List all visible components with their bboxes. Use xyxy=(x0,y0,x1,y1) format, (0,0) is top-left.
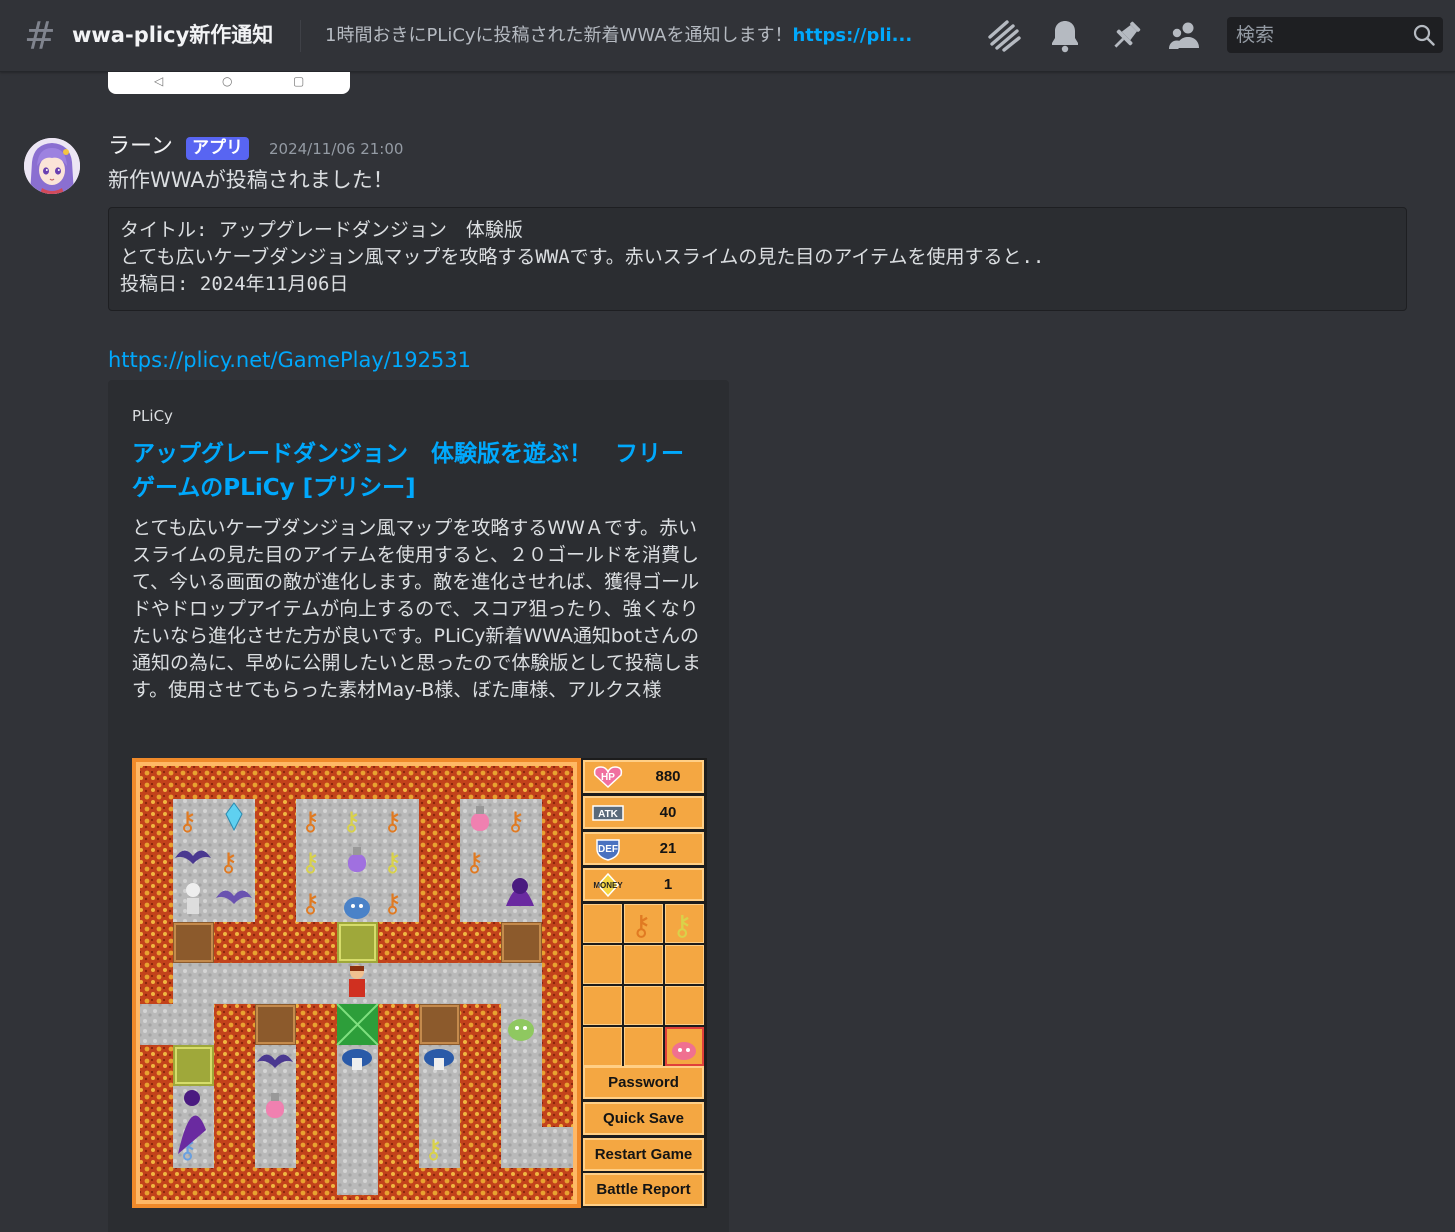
hash-icon: # xyxy=(24,14,56,58)
topic-text: 1時間おきにPLiCyに投稿された新着WWAを通知します！ xyxy=(325,25,793,46)
svg-text:⚷: ⚷ xyxy=(506,807,525,837)
channel-topic[interactable]: 1時間おきにPLiCyに投稿された新着WWAを通知します！https://pli… xyxy=(325,22,965,50)
orange-key-icon: ⚷ xyxy=(631,909,652,942)
item-slot xyxy=(624,945,663,984)
search-input[interactable]: 検索 xyxy=(1227,17,1443,53)
status-panel: HP 880 ATK 40 DEF 21 MONEY 1 ⚷ ⚷ Passwor… xyxy=(583,758,707,1208)
header-divider xyxy=(300,20,301,52)
password-button[interactable]: Password xyxy=(583,1066,704,1099)
embed-title[interactable]: アップグレードダンジョン 体験版を遊ぶ！ フリーゲームのPLiCy [プリシー] xyxy=(132,437,702,505)
threads-icon[interactable] xyxy=(986,18,1022,54)
item-slot xyxy=(624,1027,663,1066)
item-slot-selected xyxy=(665,1027,704,1066)
hp-label: HP xyxy=(601,772,615,783)
quick-save-button[interactable]: Quick Save xyxy=(583,1102,704,1135)
sword-icon: ATK xyxy=(592,805,624,821)
svg-text:⚷: ⚷ xyxy=(465,848,484,878)
nav-recent-icon: ▢ xyxy=(293,74,305,88)
restart-game-button[interactable]: Restart Game xyxy=(583,1138,704,1171)
item-slot xyxy=(665,986,704,1025)
svg-text:⚷: ⚷ xyxy=(631,909,652,942)
topic-link[interactable]: https://pli... xyxy=(792,25,912,46)
pin-icon[interactable] xyxy=(1108,18,1144,54)
message-author[interactable]: ラーン xyxy=(108,132,173,162)
code-block: タイトル: アップグレードダンジョン 体験版とても広いケーブダンジョン風マップを… xyxy=(108,207,1407,311)
members-icon[interactable] xyxy=(1167,18,1203,54)
channel-name: wwa-plicy新作通知 xyxy=(72,23,274,47)
red-slime-icon xyxy=(672,1042,696,1060)
previous-image-attachment[interactable]: ◁ ○ ▢ xyxy=(108,72,350,94)
shield-icon: DEF xyxy=(596,839,620,861)
coin-icon: MONEY xyxy=(593,873,623,897)
search-icon xyxy=(1413,24,1435,46)
message-timestamp: 2024/11/06 21:00 xyxy=(269,140,404,158)
code-line: とても広いケーブダンジョン風マップを攻略するWWAです。赤いスライムの見た目のア… xyxy=(120,246,1045,268)
svg-text:⚷: ⚷ xyxy=(301,807,320,837)
nav-back-icon: ◁ xyxy=(154,74,164,88)
item-slot xyxy=(665,945,704,984)
svg-text:⚷: ⚷ xyxy=(383,807,402,837)
svg-text:⚷: ⚷ xyxy=(301,889,320,919)
embed-description: とても広いケーブダンジョン風マップを攻略するWWＡです。赤いスライムの見た目のア… xyxy=(132,517,701,701)
app-badge: アプリ xyxy=(186,137,249,160)
money-stat: MONEY 1 xyxy=(583,868,704,901)
item-slot xyxy=(624,986,663,1025)
svg-text:⚷: ⚷ xyxy=(178,807,197,837)
item-slot xyxy=(583,945,622,984)
message-text: 新作WWAが投稿されました！ xyxy=(108,168,394,192)
svg-text:⚷: ⚷ xyxy=(301,848,320,878)
svg-text:⚷: ⚷ xyxy=(219,848,238,878)
heart-icon: HP xyxy=(593,766,623,789)
message-link[interactable]: https://plicy.net/GamePlay/192531 xyxy=(108,345,471,375)
channel-header: # wwa-plicy新作通知 1時間おきにPLiCyに投稿された新着WWAを通… xyxy=(0,0,1455,72)
code-line: 投稿日: 2024年11月06日 xyxy=(120,273,349,295)
game-field: ⚷ ⚷ ⚷ ⚷ ⚷ ⚷ ⚷ ⚷ ⚷ ⚷ ⚷ ⚷ ⚷ xyxy=(132,758,581,1208)
hp-stat: HP 880 xyxy=(583,760,704,793)
item-slot xyxy=(583,904,622,943)
atk-value: 40 xyxy=(659,804,677,821)
code-line: タイトル: アップグレードダンジョン 体験版 xyxy=(120,219,523,241)
item-slot xyxy=(583,1027,622,1066)
svg-text:⚷: ⚷ xyxy=(672,909,693,942)
svg-text:⚷: ⚷ xyxy=(424,1135,443,1165)
def-stat: DEF 21 xyxy=(583,832,704,865)
battle-report-button[interactable]: Battle Report xyxy=(583,1173,704,1206)
hp-value: 880 xyxy=(655,768,681,785)
svg-text:⚷: ⚷ xyxy=(383,889,402,919)
def-value: 21 xyxy=(659,840,677,857)
nav-home-icon: ○ xyxy=(222,74,233,88)
atk-stat: ATK 40 xyxy=(583,796,704,829)
atk-label: ATK xyxy=(598,809,619,820)
money-label: MONEY xyxy=(593,881,623,890)
embed-image[interactable]: ⚷ ⚷ ⚷ ⚷ ⚷ ⚷ ⚷ ⚷ ⚷ ⚷ ⚷ ⚷ ⚷ HP 880 ATK 40 … xyxy=(132,758,707,1208)
def-label: DEF xyxy=(598,844,618,855)
embed-provider: PLiCy xyxy=(132,407,173,425)
item-slot: ⚷ xyxy=(665,904,704,943)
svg-text:⚷: ⚷ xyxy=(342,807,361,837)
yellow-key-icon: ⚷ xyxy=(672,909,693,942)
item-slot: ⚷ xyxy=(624,904,663,943)
money-value: 1 xyxy=(663,876,673,893)
search-placeholder: 検索 xyxy=(1236,24,1275,46)
svg-text:⚷: ⚷ xyxy=(383,848,402,878)
avatar[interactable] xyxy=(24,138,80,194)
item-slot xyxy=(583,986,622,1025)
bell-icon[interactable] xyxy=(1047,18,1083,54)
